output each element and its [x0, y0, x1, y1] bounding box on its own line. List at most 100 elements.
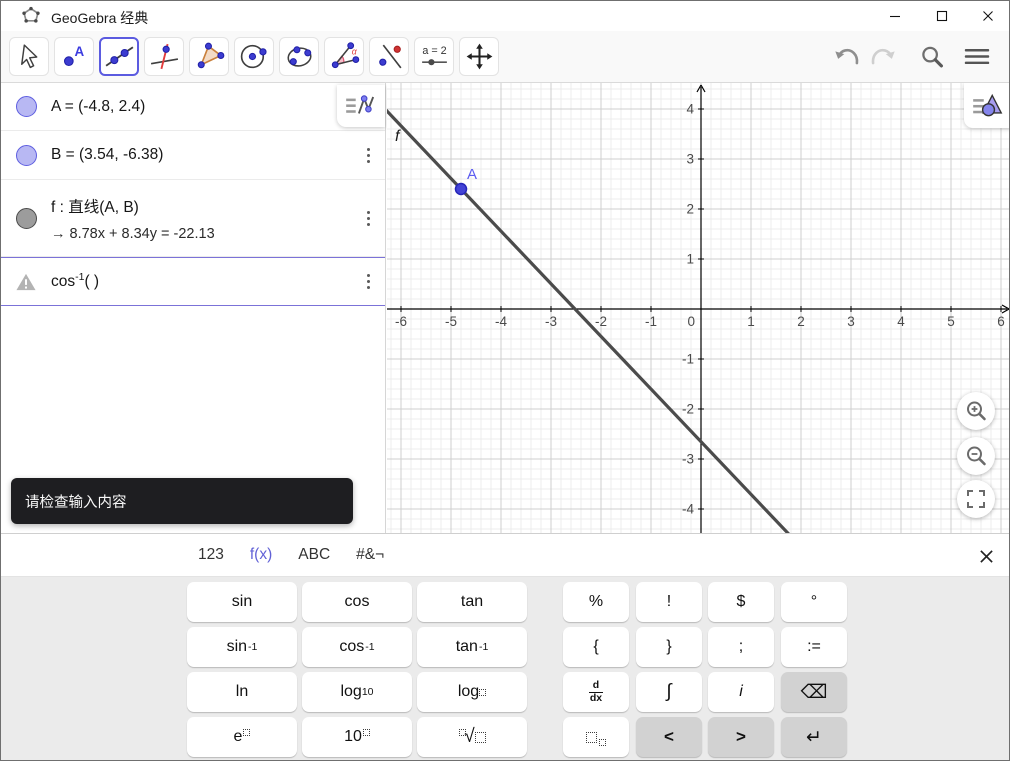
minimize-button[interactable]	[879, 3, 911, 29]
algebra-row-3[interactable]: f : 直线(A, B) → 8.78x + 8.34y = -22.13	[1, 180, 385, 257]
tool-line-button[interactable]	[99, 37, 139, 76]
svg-text:-2: -2	[595, 314, 607, 329]
key-dollar[interactable]: $	[708, 582, 774, 622]
svg-text:3: 3	[847, 314, 855, 329]
key-backspace[interactable]: ⌫	[781, 672, 847, 712]
algebra-row-4[interactable]: cos-1( )	[1, 257, 385, 306]
key-enter[interactable]: ↵	[781, 717, 847, 757]
key-semicolon[interactable]: ;	[708, 627, 774, 667]
svg-text:-3: -3	[682, 452, 694, 467]
key-sin[interactable]: sin	[187, 582, 297, 622]
undo-button[interactable]	[832, 40, 864, 72]
keyboard-tab-123[interactable]: 123	[198, 546, 224, 564]
svg-text:-1: -1	[645, 314, 657, 329]
geogebra-window: GeoGebra 经典 Aα a = 2 A = (-4.8, 2.4) B = (…	[0, 0, 1010, 761]
visibility-toggle[interactable]	[1, 96, 51, 117]
algebra-row-1[interactable]: A = (-4.8, 2.4)	[1, 83, 385, 131]
key-integral[interactable]: ∫	[636, 672, 702, 712]
tool-move-button[interactable]	[9, 37, 49, 76]
key-log10[interactable]: log 10	[302, 672, 412, 712]
row-menu-button[interactable]	[351, 273, 385, 291]
tool-polygon-button[interactable]	[189, 37, 229, 76]
svg-text:-5: -5	[445, 314, 457, 329]
zoom-out-button[interactable]	[957, 437, 995, 475]
fullscreen-button[interactable]	[957, 480, 995, 518]
keyboard-tab-abc[interactable]: ABC	[298, 546, 330, 564]
key-brace-close[interactable]: }	[636, 627, 702, 667]
svg-text:-4: -4	[495, 314, 507, 329]
tooltip-text: 请检查输入内容	[25, 494, 127, 511]
tool-ellipse-button[interactable]	[279, 37, 319, 76]
svg-text:A: A	[467, 166, 477, 183]
row-menu-button[interactable]	[351, 146, 385, 164]
graphics-settings-button[interactable]	[964, 83, 1009, 128]
maximize-button[interactable]	[926, 3, 958, 29]
keyboard-tabs: 123 f(x) ABC #&¬	[1, 534, 1009, 577]
redo-button[interactable]	[866, 40, 898, 72]
svg-text:-4: -4	[682, 502, 694, 517]
keyboard-tab-fx[interactable]: f(x)	[250, 546, 272, 564]
window-title: GeoGebra 经典	[51, 10, 149, 26]
coordinate-grid: -6 -5 -4 -3 -2 -1 0 1 2 3 4 5 6 -4 -3 -2 -1 1 2 3 4 f A	[387, 83, 1009, 533]
svg-text:0: 0	[687, 314, 695, 329]
geogebra-logo-icon	[21, 6, 41, 26]
key-cursor-right[interactable]: >	[708, 717, 774, 757]
svg-text:2: 2	[686, 202, 694, 217]
key-nth-root[interactable]: √	[417, 717, 527, 757]
key-arctan[interactable]: tan -1	[417, 627, 527, 667]
key-ten-power[interactable]: 10	[302, 717, 412, 757]
keyboard-tab-[interactable]: #&¬	[356, 546, 384, 564]
key-arccos[interactable]: cos -1	[302, 627, 412, 667]
tool-perpendicular-button[interactable]	[144, 37, 184, 76]
tool-angle-button[interactable]: α	[324, 37, 364, 76]
close-button[interactable]	[972, 3, 1004, 29]
svg-text:4: 4	[686, 102, 694, 117]
tool-point-button[interactable]: A	[54, 37, 94, 76]
key-factorial[interactable]: !	[636, 582, 702, 622]
row-menu-button[interactable]	[351, 209, 385, 227]
key-ln[interactable]: ln	[187, 672, 297, 712]
search-button[interactable]	[916, 40, 948, 72]
svg-text:-1: -1	[682, 352, 694, 367]
svg-text:3: 3	[686, 152, 694, 167]
zoom-in-button[interactable]	[957, 392, 995, 430]
svg-text:a = 2: a = 2	[422, 45, 446, 57]
graphics-view[interactable]: -6 -5 -4 -3 -2 -1 0 1 2 3 4 5 6 -4 -3 -2 -1 1 2 3 4 f A	[387, 83, 1009, 533]
svg-text:f: f	[395, 128, 401, 145]
tool-circle-button[interactable]	[234, 37, 274, 76]
key-imaginary-i[interactable]: i	[708, 672, 774, 712]
svg-text:-2: -2	[682, 402, 694, 417]
algebra-style-button[interactable]	[337, 85, 385, 127]
visibility-toggle[interactable]	[1, 144, 51, 166]
algebra-expression: cos-1( )	[51, 271, 100, 291]
key-brace-open[interactable]: {	[563, 627, 629, 667]
key-arcsin[interactable]: sin -1	[187, 627, 297, 667]
tool-reflect-button[interactable]	[369, 37, 409, 76]
keyboard-close-icon[interactable]	[976, 546, 996, 566]
warning-icon	[1, 272, 51, 292]
key-tan[interactable]: tan	[417, 582, 527, 622]
key-cos[interactable]: cos	[302, 582, 412, 622]
tool-slider-button[interactable]: a = 2	[414, 37, 454, 76]
titlebar: GeoGebra 经典	[1, 1, 1009, 31]
visibility-toggle[interactable]	[1, 207, 51, 229]
key-cursor-left[interactable]: <	[636, 717, 702, 757]
svg-text:6: 6	[997, 314, 1005, 329]
tool-buttons: Aα a = 2	[9, 37, 499, 76]
tool-move-view-button[interactable]	[459, 37, 499, 76]
menu-button[interactable]	[961, 40, 993, 72]
toolbar: Aα a = 2	[1, 31, 1009, 83]
algebra-expression: f : 直线(A, B)	[51, 198, 139, 216]
svg-text:5: 5	[947, 314, 955, 329]
key-percent[interactable]: %	[563, 582, 629, 622]
svg-text:-6: -6	[395, 314, 407, 329]
svg-text:1: 1	[686, 252, 694, 267]
key-subscript[interactable]	[563, 717, 629, 757]
key-colon-equals[interactable]: :=	[781, 627, 847, 667]
key-derivative[interactable]: d dx	[563, 672, 629, 712]
key-degree[interactable]: °	[781, 582, 847, 622]
key-log-base[interactable]: log	[417, 672, 527, 712]
key-e-power[interactable]: e	[187, 717, 297, 757]
algebra-expression: B = (3.54, -6.38)	[51, 146, 164, 163]
algebra-row-2[interactable]: B = (3.54, -6.38)	[1, 131, 385, 180]
